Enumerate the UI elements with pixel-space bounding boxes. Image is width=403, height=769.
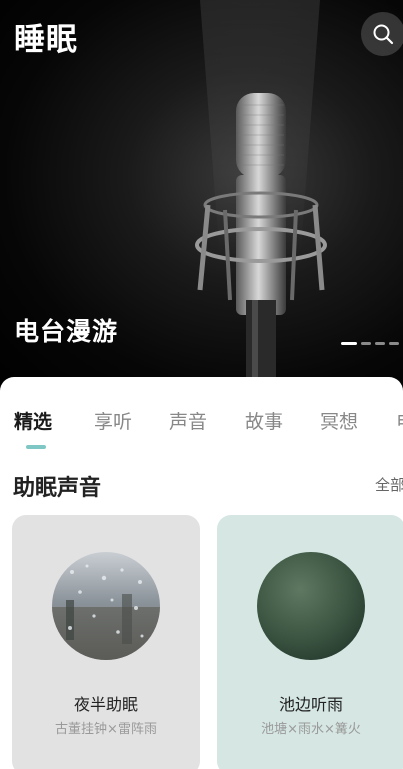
card-subtitle: 古董挂钟×雷阵雨 xyxy=(55,722,157,737)
carousel-dot[interactable] xyxy=(375,342,385,345)
tab-meditation[interactable]: 冥想 xyxy=(320,407,358,434)
category-tabs: 精选 享听 声音 故事 冥想 电 xyxy=(0,407,403,447)
carousel-dot[interactable] xyxy=(389,342,399,345)
app-title: 睡眠 xyxy=(14,22,78,58)
section-title: 助眠声音 xyxy=(13,476,102,501)
carousel-indicator xyxy=(341,342,399,345)
tab-enjoy[interactable]: 享听 xyxy=(94,407,132,434)
card-title: 池边听雨 xyxy=(278,695,343,714)
tab-sounds[interactable]: 声音 xyxy=(169,407,207,434)
tab-featured[interactable]: 精选 xyxy=(14,407,52,434)
search-button[interactable] xyxy=(361,12,403,56)
tab-stories[interactable]: 故事 xyxy=(245,407,283,434)
card-subtitle: 池塘×雨水×篝火 xyxy=(261,722,361,737)
sound-card[interactable]: 池边听雨 池塘×雨水×篝火 xyxy=(217,515,403,769)
carousel-dot[interactable] xyxy=(361,342,371,345)
card-title: 夜半助眠 xyxy=(73,695,138,714)
tab-indicator xyxy=(26,445,46,449)
sound-card[interactable]: 夜半助眠 古董挂钟×雷阵雨 xyxy=(12,515,200,769)
hero-banner[interactable]: 睡眠 电台漫游 xyxy=(0,0,403,392)
see-all-link[interactable]: 全部 xyxy=(375,474,403,495)
carousel-dot[interactable] xyxy=(341,342,357,345)
content-sheet: 精选 享听 声音 故事 冥想 电 助眠声音 全部 xyxy=(0,377,403,769)
tab-radio[interactable]: 电 xyxy=(396,407,403,434)
card-cover-image xyxy=(257,552,365,660)
card-cover-image xyxy=(52,552,160,660)
search-icon xyxy=(373,24,394,45)
hero-caption: 电台漫游 xyxy=(14,317,119,346)
